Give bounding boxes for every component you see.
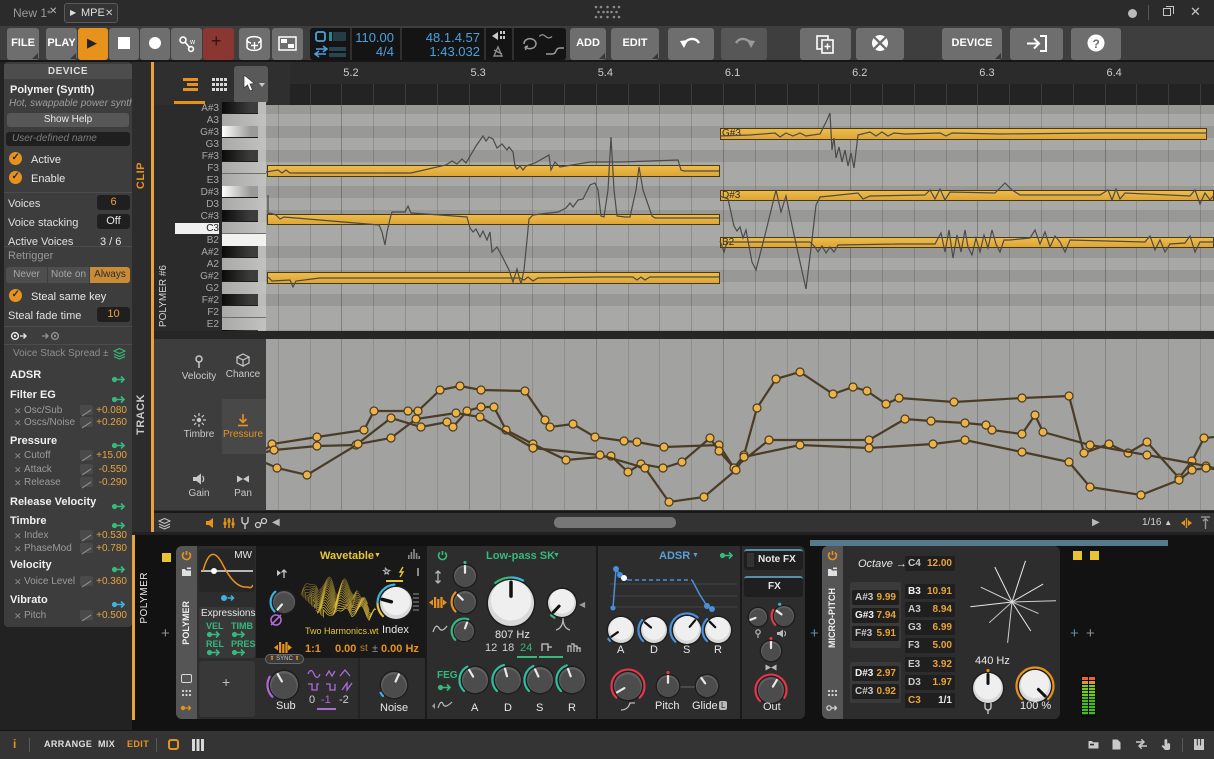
svg-text:?: ? — [1093, 37, 1100, 51]
svg-text:w: w — [189, 39, 196, 46]
